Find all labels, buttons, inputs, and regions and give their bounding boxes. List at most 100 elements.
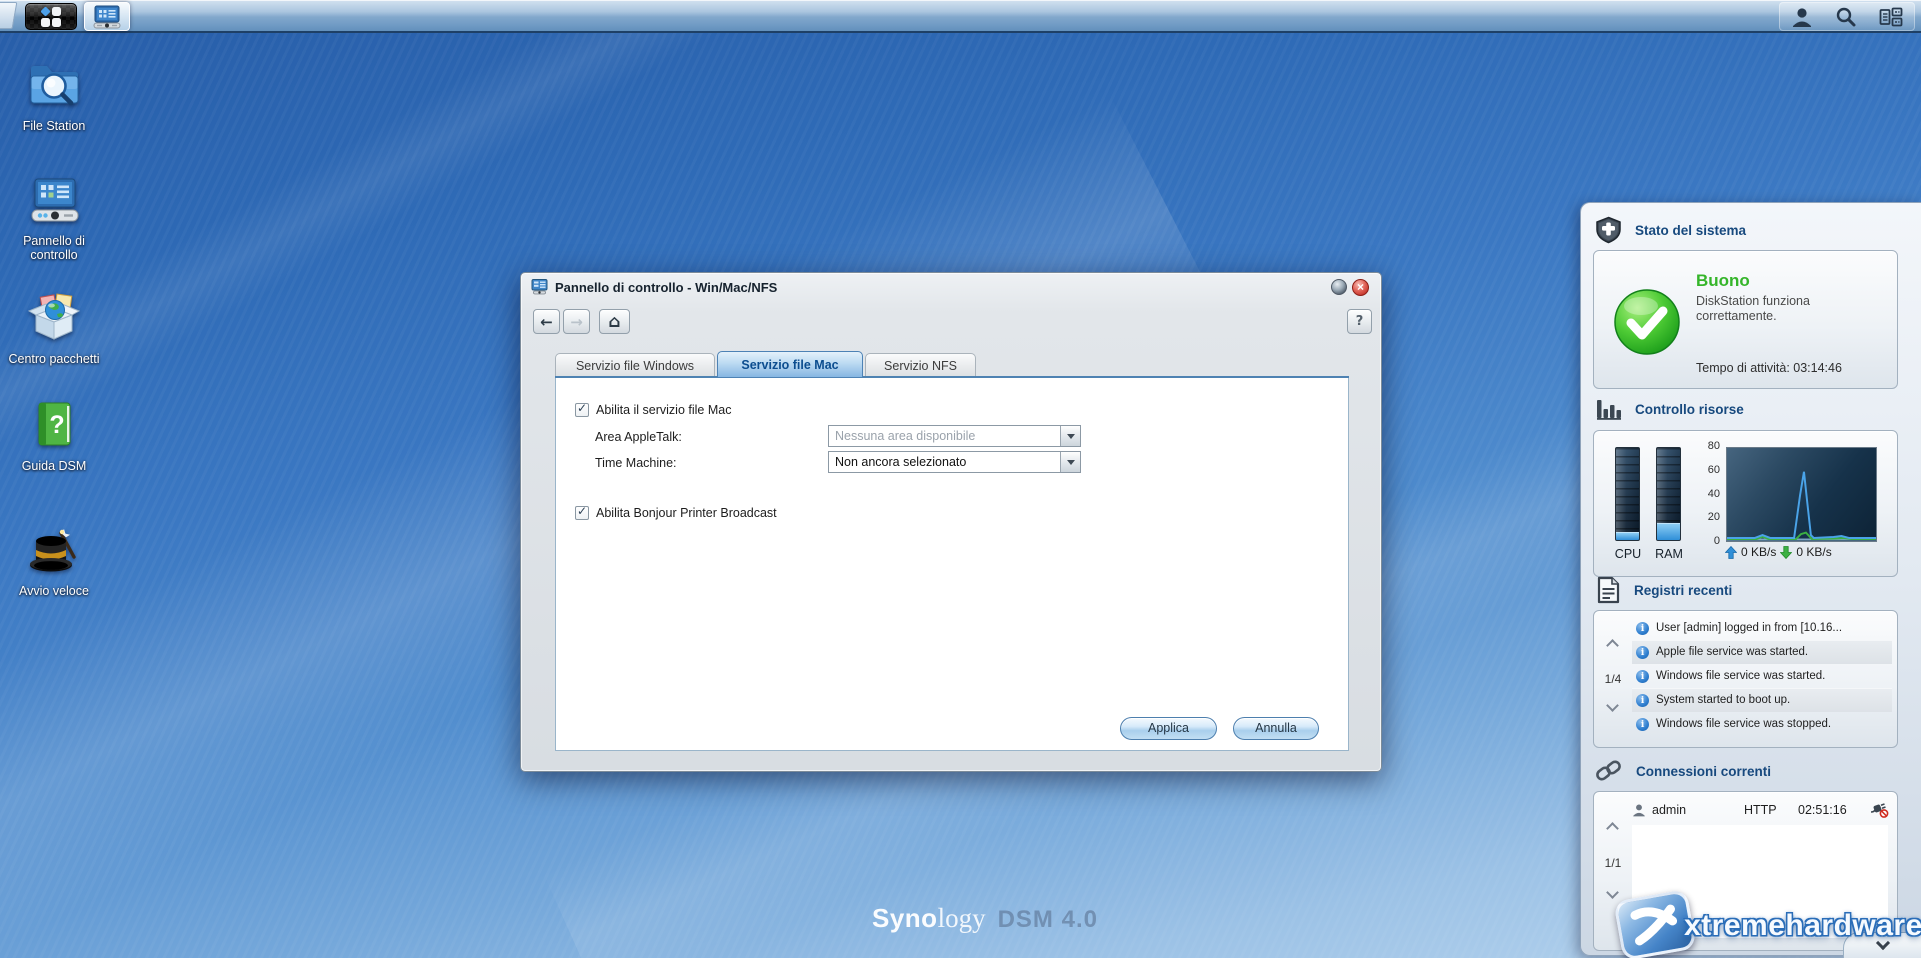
desktop-icon-label: Pannello di controllo [2, 234, 106, 262]
enable-mac-service-checkbox[interactable] [575, 403, 589, 417]
package-center-icon [27, 293, 81, 343]
upload-arrow-icon [1725, 546, 1737, 559]
bonjour-label: Abilita Bonjour Printer Broadcast [596, 506, 777, 520]
appletalk-value: Nessuna area disponibile [835, 429, 975, 443]
apply-button[interactable]: Applica [1120, 717, 1217, 740]
folder-search-icon [27, 60, 81, 110]
enable-mac-service-label: Abilita il servizio file Mac [596, 403, 731, 417]
control-panel-icon [28, 177, 80, 225]
info-icon: i [1636, 622, 1649, 635]
network-graph-axis: 8060 4020 0 [1690, 440, 1720, 547]
appletalk-label: Area AppleTalk: [595, 430, 682, 444]
resource-monitor-card: CPU RAM 8060 4020 0 0 KB/s 0 KB/s [1593, 430, 1898, 577]
document-icon [1595, 576, 1621, 604]
taskbar-control-panel-button[interactable] [84, 2, 130, 31]
recent-logs-card: 1/4 i User [admin] logged in from [10.16… [1593, 610, 1898, 748]
dsm-version-text: DSM 4.0 [998, 906, 1098, 933]
control-panel-mini-icon [531, 279, 548, 295]
system-widget-panel: Stato del sistema Buono DiskStation funz… [1580, 202, 1921, 956]
shield-icon [1595, 216, 1622, 244]
connections-page-up-icon[interactable] [1606, 822, 1619, 835]
connection-protocol: HTTP [1744, 803, 1798, 817]
desktop-icon-control-panel[interactable]: Pannello di controllo [2, 177, 106, 262]
ram-meter-fill [1657, 523, 1680, 540]
log-row: i Windows file service was stopped. [1632, 712, 1892, 736]
chain-link-icon [1595, 758, 1623, 785]
system-status-value: Buono [1696, 271, 1871, 291]
pilot-view-icon[interactable] [1879, 6, 1903, 28]
connection-user: admin [1652, 803, 1744, 817]
network-graph [1726, 447, 1877, 542]
taskbar-right-group [1779, 2, 1915, 31]
desktop-icon-dsm-help[interactable]: ? Guida DSM [2, 400, 106, 473]
chevron-down-icon[interactable] [1060, 452, 1080, 472]
desktop-icon-quick-start[interactable]: Avvio veloce [2, 523, 106, 598]
desktop-icon-package-center[interactable]: Centro pacchetti [2, 293, 106, 366]
status-ok-icon [1613, 288, 1681, 356]
tab-servizio-file-mac[interactable]: Servizio file Mac [717, 351, 863, 378]
connections-page-indicator: 1/1 [1594, 856, 1632, 870]
show-desktop-strip[interactable] [0, 2, 17, 29]
logs-page-indicator: 1/4 [1594, 672, 1632, 686]
logs-page-down-icon[interactable] [1606, 699, 1619, 712]
log-row: i Apple file service was started. [1632, 640, 1892, 664]
control-panel-task-icon [93, 5, 121, 29]
control-panel-window: Pannello di controllo - Win/Mac/NFS × ← … [520, 272, 1382, 772]
magic-hat-icon [28, 523, 80, 575]
chevron-down-icon [1875, 936, 1889, 950]
info-icon: i [1636, 718, 1649, 731]
cpu-label: CPU [1608, 547, 1648, 561]
cancel-button[interactable]: Annulla [1233, 717, 1319, 740]
user-icon [1632, 803, 1646, 817]
tab-underline [555, 376, 1349, 378]
logs-page-up-icon[interactable] [1606, 639, 1619, 652]
main-menu-button[interactable] [25, 3, 77, 30]
tab-servizio-nfs[interactable]: Servizio NFS [865, 353, 976, 377]
uptime-text: Tempo di attività: 03:14:46 [1696, 361, 1842, 375]
help-button[interactable]: ? [1347, 309, 1372, 334]
info-icon: i [1636, 694, 1649, 707]
log-row: i Windows file service was started. [1632, 664, 1892, 688]
window-title: Pannello di controllo - Win/Mac/NFS [555, 280, 777, 295]
widget-collapse-button[interactable] [1843, 932, 1921, 958]
appletalk-select[interactable]: Nessuna area disponibile [828, 425, 1081, 447]
log-row: i System started to boot up. [1632, 688, 1892, 712]
connection-row: admin HTTP 02:51:16 [1632, 799, 1889, 821]
bonjour-row: Abilita Bonjour Printer Broadcast [575, 506, 777, 520]
home-button[interactable]: ⌂ [599, 309, 630, 334]
minimize-button[interactable] [1331, 279, 1347, 295]
desktop-icon-file-station[interactable]: File Station [2, 60, 106, 133]
current-connections-card: 1/1 admin HTTP 02:51:16 [1593, 791, 1898, 951]
ram-label: RAM [1649, 547, 1689, 561]
ram-meter [1656, 447, 1681, 541]
help-book-icon: ? [30, 400, 78, 450]
disconnect-plug-icon[interactable] [1870, 802, 1889, 818]
resource-monitor-header: Controllo risorse [1595, 396, 1744, 422]
bonjour-checkbox[interactable] [575, 506, 589, 520]
app-launcher-icon [41, 7, 62, 28]
connections-page-down-icon[interactable] [1606, 886, 1619, 899]
log-row: i User [admin] logged in from [10.16... [1632, 616, 1892, 640]
user-icon[interactable] [1791, 6, 1813, 28]
tab-servizio-file-windows[interactable]: Servizio file Windows [555, 353, 715, 377]
system-status-card: Buono DiskStation funziona correttamente… [1593, 250, 1898, 389]
taskbar [0, 0, 1921, 33]
info-icon: i [1636, 670, 1649, 683]
svg-text:?: ? [49, 411, 64, 439]
desktop-icon-label: Centro pacchetti [2, 352, 106, 366]
desktop-icon-label: Avvio veloce [2, 584, 106, 598]
back-button[interactable]: ← [533, 309, 560, 334]
chevron-down-icon[interactable] [1060, 426, 1080, 446]
timemachine-value: Non ancora selezionato [835, 455, 966, 469]
recent-logs-header: Registri recenti [1595, 576, 1732, 604]
forward-button[interactable]: → [563, 309, 590, 334]
close-button[interactable]: × [1352, 279, 1369, 296]
synology-watermark: SynologyDSM 4.0 [872, 903, 1098, 934]
desktop-icon-label: File Station [2, 119, 106, 133]
timemachine-select[interactable]: Non ancora selezionato [828, 451, 1081, 473]
bar-chart-icon [1595, 396, 1622, 422]
window-titlebar[interactable]: Pannello di controllo - Win/Mac/NFS [521, 273, 1381, 301]
system-status-header: Stato del sistema [1595, 216, 1746, 244]
desktop-icon-label: Guida DSM [2, 459, 106, 473]
search-icon[interactable] [1835, 6, 1857, 28]
